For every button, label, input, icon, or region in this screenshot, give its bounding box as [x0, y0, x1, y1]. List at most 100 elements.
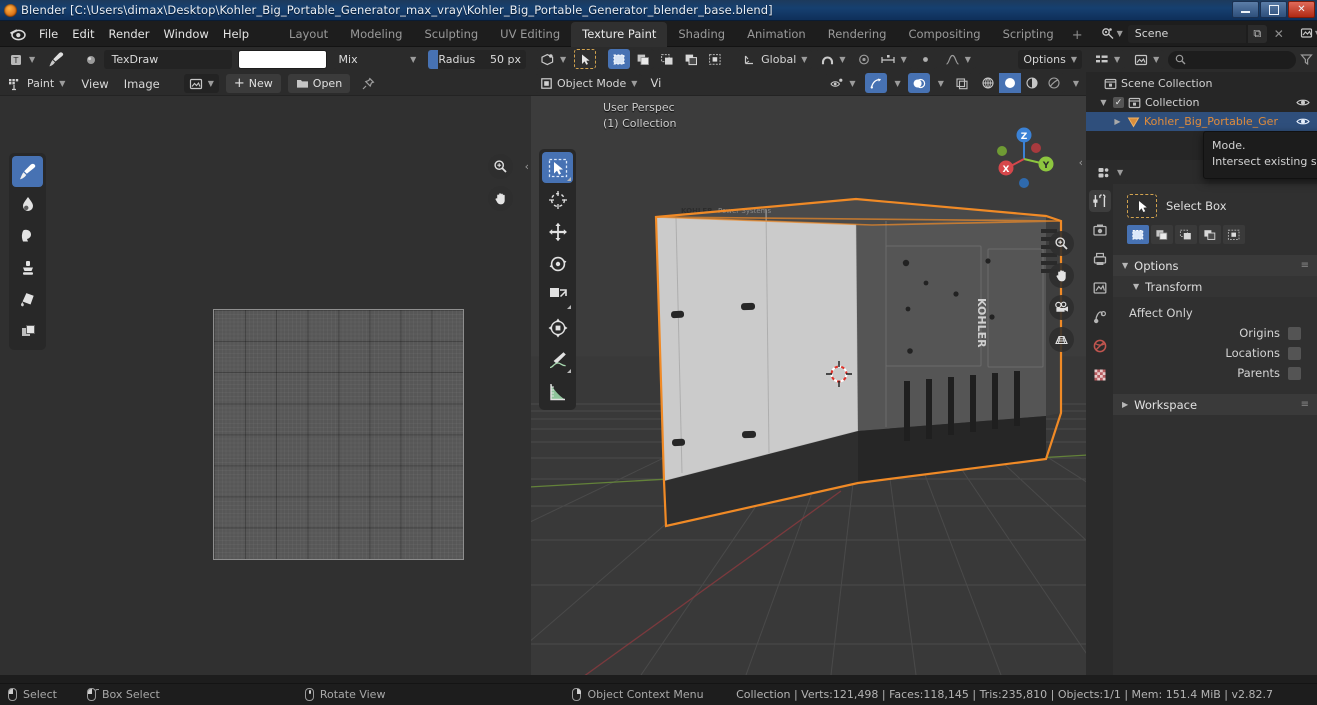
select-intersect-button[interactable]: [704, 49, 727, 69]
shading-options-caret[interactable]: ▼: [1069, 74, 1082, 92]
viewport-sidebar-toggle[interactable]: ‹: [1079, 156, 1083, 169]
zoom-icon[interactable]: [1049, 231, 1074, 256]
expand-triangle-icon[interactable]: ▼: [1098, 98, 1109, 107]
brush-color-swatch[interactable]: [237, 50, 327, 69]
render-tab[interactable]: [1089, 219, 1111, 241]
outliner-filter-icon[interactable]: [1300, 53, 1313, 66]
affect-locations-checkbox[interactable]: [1288, 346, 1301, 360]
zoom-icon[interactable]: [488, 154, 513, 179]
draw-brush-tool[interactable]: [12, 156, 43, 187]
viewport-editor-type-selector[interactable]: ▼: [535, 49, 572, 69]
rendered-shading-button[interactable]: [1042, 73, 1065, 93]
uv-image-grid[interactable]: [213, 309, 464, 560]
image-editor-canvas[interactable]: ‹: [0, 96, 531, 675]
pan-icon[interactable]: [488, 186, 513, 211]
proportional-editing-toggle[interactable]: [914, 49, 937, 69]
outliner-search-input[interactable]: [1168, 50, 1296, 69]
outliner-row-object[interactable]: ▶ Kohler_Big_Portable_Ger: [1086, 112, 1317, 131]
workspace-tab-modeling[interactable]: Modeling: [339, 22, 413, 47]
transform-subpanel-header[interactable]: ▼ Transform: [1113, 276, 1317, 297]
outliner-row-collection[interactable]: ▼ ✓ Collection: [1086, 93, 1317, 112]
scene-name-field[interactable]: Scene: [1127, 24, 1246, 43]
select-subtract-button[interactable]: [656, 49, 679, 69]
proportional-edit-object-icon[interactable]: [854, 50, 875, 68]
select-invert-button[interactable]: [680, 49, 703, 69]
overlay-options-caret[interactable]: ▼: [934, 74, 947, 92]
select-box-tool-icon[interactable]: [1127, 194, 1157, 218]
new-scene-button[interactable]: ⧉: [1247, 24, 1267, 43]
options-panel-header[interactable]: ▼ Options ≡: [1113, 255, 1317, 276]
expand-triangle-icon[interactable]: ▶: [1112, 117, 1123, 126]
new-image-button[interactable]: + New: [225, 74, 281, 93]
workspace-tab-layout[interactable]: Layout: [278, 22, 339, 47]
outliner-row-scene-collection[interactable]: Scene Collection: [1086, 74, 1317, 93]
image-editor-sidebar-toggle[interactable]: ‹: [525, 160, 529, 173]
move-tool[interactable]: [542, 216, 573, 247]
paint-mode-selector[interactable]: Paint ▼: [5, 74, 71, 93]
mode-invert-button[interactable]: [1199, 225, 1221, 244]
select-box-tool[interactable]: [542, 152, 573, 183]
workspace-tab-compositing[interactable]: Compositing: [897, 22, 991, 47]
workspace-tab-scripting[interactable]: Scripting: [992, 22, 1065, 47]
menu-window[interactable]: Window: [156, 24, 215, 44]
brush-tool-icon[interactable]: [46, 51, 66, 69]
unlink-scene-button[interactable]: ✕: [1269, 27, 1289, 41]
pin-icon[interactable]: [361, 77, 375, 91]
viewport-menu-view[interactable]: Vi: [646, 74, 665, 92]
menu-file[interactable]: File: [32, 24, 65, 44]
affect-parents-checkbox[interactable]: [1288, 366, 1301, 380]
outliner-editor-type-selector[interactable]: ▼: [1090, 50, 1126, 69]
collection-enable-checkbox[interactable]: ✓: [1113, 97, 1124, 108]
view-layer-tab[interactable]: [1089, 277, 1111, 299]
tool-tab[interactable]: [1088, 190, 1111, 212]
menu-render[interactable]: Render: [102, 24, 157, 44]
mode-set-button[interactable]: [1127, 225, 1149, 244]
output-tab[interactable]: [1089, 248, 1111, 270]
eye-icon[interactable]: [1296, 116, 1310, 127]
viewport-options-button[interactable]: Options ▼: [1018, 49, 1082, 69]
properties-editor-type-selector[interactable]: ▼: [1092, 162, 1129, 182]
mode-subtract-button[interactable]: [1175, 225, 1197, 244]
world-tab[interactable]: [1089, 335, 1111, 357]
view-layer-icon[interactable]: ▼: [1297, 25, 1317, 43]
menu-edit[interactable]: Edit: [65, 24, 101, 44]
scene-icon[interactable]: ▼: [1098, 25, 1126, 43]
workspace-tab-texture-paint[interactable]: Texture Paint: [571, 21, 668, 47]
smear-brush-tool[interactable]: [12, 220, 43, 251]
close-button[interactable]: ✕: [1288, 1, 1315, 18]
scale-tool[interactable]: [542, 280, 573, 311]
workspace-tab-rendering[interactable]: Rendering: [817, 22, 898, 47]
rotate-tool[interactable]: [542, 248, 573, 279]
xray-toggle[interactable]: [950, 73, 973, 93]
menu-help[interactable]: Help: [216, 24, 256, 44]
navigation-gizmo[interactable]: Z Y X: [986, 121, 1062, 197]
viewport-canvas[interactable]: User Perspec (1) Collection KOHLER Power…: [531, 96, 1086, 675]
workspace-tab-sculpting[interactable]: Sculpting: [413, 22, 489, 47]
editor-type-selector[interactable]: T ▼: [5, 50, 41, 69]
mode-intersect-button[interactable]: [1223, 225, 1245, 244]
show-overlays-toggle[interactable]: [907, 73, 930, 93]
object-mode-selector[interactable]: Object Mode ▼: [535, 73, 643, 93]
scene-tab[interactable]: [1089, 306, 1111, 328]
affect-origins-checkbox[interactable]: [1288, 326, 1301, 340]
workspace-tab-uv-editing[interactable]: UV Editing: [489, 22, 571, 47]
mode-extend-button[interactable]: [1151, 225, 1173, 244]
minimize-button[interactable]: [1232, 1, 1259, 18]
fill-brush-tool[interactable]: [12, 284, 43, 315]
transform-tool[interactable]: [542, 312, 573, 343]
eye-icon[interactable]: [1296, 97, 1310, 108]
generator-3d-object[interactable]: KOHLER Power Systems KOHLER: [636, 191, 1086, 531]
annotate-tool[interactable]: [542, 344, 573, 375]
gizmo-options-caret[interactable]: ▼: [891, 74, 904, 92]
blender-logo-icon[interactable]: [6, 24, 28, 44]
outliner-display-mode-selector[interactable]: ▼: [1129, 50, 1165, 69]
workspace-panel-header[interactable]: ▶ Workspace ≡: [1113, 394, 1317, 415]
snap-magnet-button[interactable]: ▼: [815, 49, 851, 69]
brush-radius-slider[interactable]: Radius 50 px: [428, 50, 526, 69]
pan-icon[interactable]: [1049, 263, 1074, 288]
maximize-button[interactable]: [1260, 1, 1287, 18]
solid-shading-button[interactable]: [998, 73, 1021, 93]
show-gizmo-toggle[interactable]: [864, 73, 887, 93]
brush-name-field[interactable]: TexDraw: [103, 50, 232, 69]
cursor-tool[interactable]: [542, 184, 573, 215]
